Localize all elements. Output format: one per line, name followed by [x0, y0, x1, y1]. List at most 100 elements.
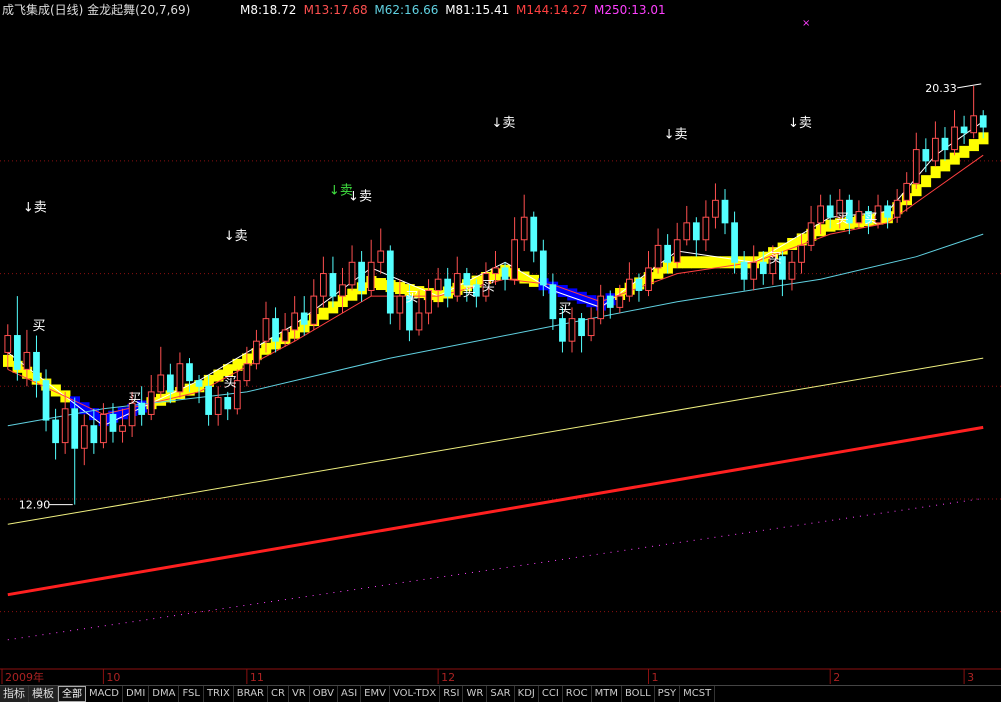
candle-body[interactable] [539, 250, 547, 286]
candle-body[interactable] [453, 273, 461, 297]
candle-body[interactable] [530, 216, 538, 252]
tab-trix[interactable]: TRIX [204, 686, 234, 702]
tab-cr[interactable]: CR [268, 686, 289, 702]
candle-body[interactable] [339, 284, 346, 297]
candle-body[interactable] [358, 261, 365, 291]
tab-kdj[interactable]: KDJ [515, 686, 539, 702]
candle-body[interactable] [817, 205, 825, 224]
candle-body[interactable] [291, 312, 299, 331]
candle-body[interactable] [195, 380, 203, 387]
candle-body[interactable] [855, 211, 863, 224]
candle-body[interactable] [654, 244, 662, 269]
candle-body[interactable] [42, 380, 50, 421]
tab-obv[interactable]: OBV [310, 686, 338, 702]
candle-body[interactable] [147, 391, 155, 415]
candle-body[interactable] [549, 284, 557, 320]
candle-body[interactable] [319, 273, 327, 297]
candle-body[interactable] [702, 216, 710, 241]
candle-body[interactable] [157, 374, 165, 393]
candle-body[interactable] [903, 182, 911, 201]
candle-body[interactable] [501, 267, 509, 280]
tab-全部[interactable]: 全部 [58, 686, 86, 702]
candle-body[interactable] [4, 335, 12, 353]
candle-body[interactable] [511, 239, 518, 280]
candle-body[interactable] [33, 351, 40, 382]
tab-指标[interactable]: 指标 [0, 686, 29, 702]
candle-body[interactable] [23, 351, 31, 370]
candle-body[interactable] [262, 318, 270, 342]
candle-body[interactable] [559, 318, 566, 342]
tab-dmi[interactable]: DMI [123, 686, 150, 702]
tab-rsi[interactable]: RSI [440, 686, 464, 702]
candle-body[interactable] [520, 216, 528, 241]
candle-body[interactable] [176, 363, 184, 393]
candle-body[interactable] [13, 335, 21, 370]
candle-body[interactable] [626, 278, 633, 297]
tab-psy[interactable]: PSY [655, 686, 681, 702]
candle-body[interactable] [597, 295, 605, 320]
tab-brar[interactable]: BRAR [234, 686, 268, 702]
candle-body[interactable] [52, 419, 59, 444]
candle-body[interactable] [300, 312, 308, 325]
candle-body[interactable] [367, 261, 375, 291]
candle-body[interactable] [692, 222, 700, 241]
candle-body[interactable] [826, 205, 834, 218]
candle-body[interactable] [807, 222, 815, 246]
candle-body[interactable] [243, 363, 251, 382]
candle-body[interactable] [798, 244, 805, 263]
candle-body[interactable] [224, 397, 232, 410]
tab-fsl[interactable]: FSL [179, 686, 204, 702]
candle-body[interactable] [721, 199, 729, 224]
tab-wr[interactable]: WR [463, 686, 488, 702]
candle-body[interactable] [80, 425, 88, 449]
candle-body[interactable] [214, 397, 222, 415]
candle-body[interactable] [941, 137, 949, 151]
candle-body[interactable] [119, 425, 126, 432]
candle-body[interactable] [348, 261, 356, 286]
candle-body[interactable] [434, 278, 442, 291]
candle-body[interactable] [912, 149, 920, 184]
candle-body[interactable] [444, 278, 452, 297]
tab-cci[interactable]: CCI [539, 686, 563, 702]
candle-body[interactable] [253, 340, 260, 365]
tab-dma[interactable]: DMA [149, 686, 180, 702]
candle-body[interactable] [960, 126, 968, 134]
candle-body[interactable] [664, 244, 672, 263]
tab-模板[interactable]: 模板 [29, 686, 58, 702]
candle-body[interactable] [979, 115, 987, 128]
candle-body[interactable] [396, 295, 404, 314]
tab-boll[interactable]: BOLL [622, 686, 655, 702]
candle-body[interactable] [759, 261, 767, 275]
candle-body[interactable] [645, 267, 652, 291]
candle-body[interactable] [377, 250, 385, 263]
tab-mtm[interactable]: MTM [592, 686, 622, 702]
candle-body[interactable] [587, 318, 595, 337]
candlestick-chart[interactable]: ↓卖↓卖↓卖↓卖↓卖↓卖↓卖买买买买买买买买买买 20.3312.90 2009… [0, 0, 1001, 685]
candle-body[interactable] [893, 199, 901, 218]
tab-vol-tdx[interactable]: VOL-TDX [390, 686, 441, 702]
candle-body[interactable] [71, 408, 79, 449]
candle-body[interactable] [415, 312, 423, 331]
candle-body[interactable] [205, 385, 212, 415]
tab-emv[interactable]: EMV [361, 686, 390, 702]
candle-body[interactable] [740, 261, 748, 280]
candle-body[interactable] [386, 250, 394, 314]
candle-body[interactable] [100, 413, 107, 444]
candle-body[interactable] [712, 199, 719, 218]
candle-body[interactable] [578, 318, 585, 337]
tab-asi[interactable]: ASI [338, 686, 362, 702]
candle-body[interactable] [492, 267, 499, 275]
candle-body[interactable] [166, 374, 174, 393]
candle-body[interactable] [616, 295, 624, 308]
candle-body[interactable] [463, 273, 471, 286]
candle-body[interactable] [951, 126, 958, 151]
candle-body[interactable] [884, 205, 891, 218]
candle-body[interactable] [683, 222, 691, 241]
candle-body[interactable] [750, 261, 758, 280]
tab-mcst[interactable]: MCST [680, 686, 716, 702]
candle-body[interactable] [425, 289, 432, 314]
tab-sar[interactable]: SAR [487, 686, 515, 702]
candle-body[interactable] [922, 149, 930, 162]
candle-body[interactable] [186, 363, 193, 382]
candle-body[interactable] [788, 261, 796, 280]
